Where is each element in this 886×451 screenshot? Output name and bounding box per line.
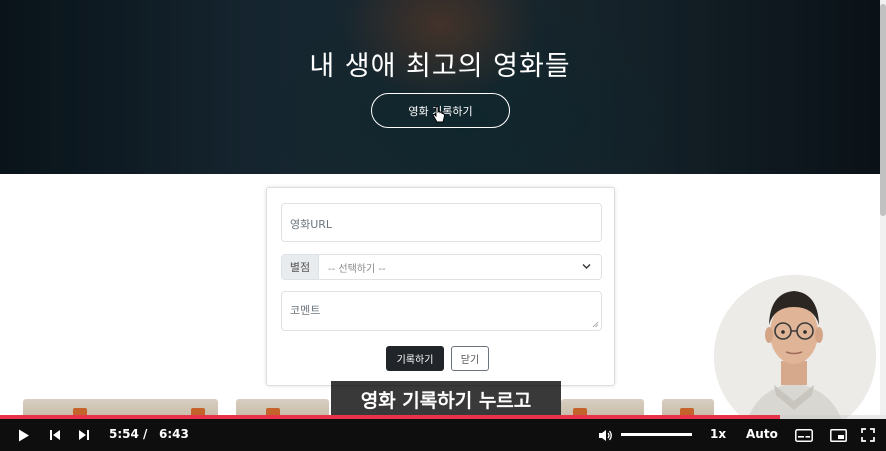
video-control-bar: 5:54 / 6:43 1x Auto [0,419,886,451]
rating-select[interactable]: -- 선택하기 -- [319,255,601,279]
skip-previous-icon [50,430,60,440]
hero-title: 내 생애 최고의 영화들 [309,51,571,82]
playback-speed-button[interactable]: 1x [710,427,726,441]
time-separator: / [143,427,148,441]
volume-icon [598,429,612,441]
presenter-image [714,275,876,437]
volume-slider[interactable] [621,433,692,436]
resize-handle-icon[interactable] [592,321,599,328]
movie-url-input[interactable]: 영화URL [281,203,602,242]
volume-slider-fill [621,433,692,436]
volume-button[interactable] [595,419,615,451]
captions-icon [795,428,813,442]
quality-button[interactable]: Auto [746,427,778,441]
picture-in-picture-button[interactable] [827,419,849,451]
rating-selected-value: -- 선택하기 -- [328,263,386,275]
rating-label: 별점 [282,255,319,279]
play-button[interactable] [12,419,36,451]
current-time: 5:54 [109,427,139,441]
fullscreen-button[interactable] [857,419,879,451]
close-button[interactable]: 닫기 [451,346,489,371]
previous-button[interactable] [43,419,67,451]
video-subtitle: 영화 기록하기 누르고 [331,381,561,417]
save-record-button[interactable]: 기록하기 [386,346,444,371]
record-form-card: 영화URL 별점 -- 선택하기 -- 코멘트 기록하기 닫기 [266,187,615,386]
scrollbar-thumb[interactable] [880,4,886,216]
presenter-webcam [714,275,876,437]
captions-button[interactable] [793,419,815,451]
next-button[interactable] [72,419,96,451]
video-duration: 6:43 [159,427,189,441]
chevron-down-icon [582,264,591,269]
comment-placeholder: 코멘트 [290,304,321,317]
comment-textarea[interactable]: 코멘트 [281,291,602,331]
video-frame: 내 생애 최고의 영화들 영화 기록하기 영화URL 별점 -- 선택하기 --… [0,0,886,451]
fullscreen-icon [861,428,875,442]
hand-cursor-icon [432,106,445,123]
rating-select-group[interactable]: 별점 -- 선택하기 -- [281,254,602,280]
picture-in-picture-icon [829,428,847,442]
play-icon [19,429,29,441]
hero-banner [0,0,880,174]
skip-next-icon [79,430,89,440]
